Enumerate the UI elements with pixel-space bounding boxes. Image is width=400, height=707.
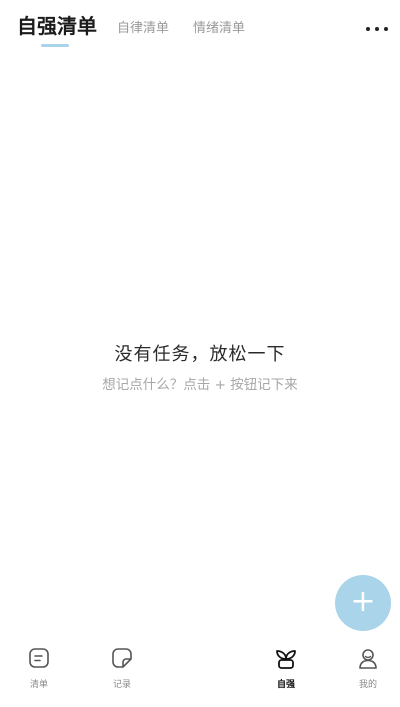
nav-item-self-improvement[interactable]: 自强 (256, 638, 316, 698)
empty-state-title: 没有任务，放松一下 (114, 344, 286, 365)
nav-label-list: 清单 (29, 680, 48, 690)
nav-item-profile[interactable]: 我的 (338, 638, 398, 698)
add-task-button[interactable]: + (335, 575, 391, 631)
nav-item-notes[interactable]: 记录 (92, 638, 152, 698)
active-tab-indicator (41, 44, 69, 47)
sprout-icon (276, 650, 296, 669)
top-tab-bar: 自强清单 自律清单 情绪清单 (0, 0, 400, 56)
bottom-navigation: 清单 记录 自强 我的 (0, 638, 400, 707)
tab-self-improvement[interactable]: 自强清单 (17, 10, 97, 39)
nav-item-list[interactable]: 清单 (9, 638, 69, 698)
tab-self-discipline[interactable]: 自律清单 (117, 17, 169, 36)
tab-emotion[interactable]: 情绪清单 (193, 17, 245, 36)
more-options-icon[interactable] (364, 18, 390, 38)
nav-label-notes: 记录 (112, 680, 131, 690)
list-icon (29, 648, 49, 668)
note-icon (112, 648, 132, 668)
nav-label-profile: 我的 (358, 680, 377, 690)
profile-icon (359, 649, 377, 669)
nav-label-self-improvement: 自强 (276, 680, 295, 690)
empty-state-hint: 想记点什么？点击 + 按钮记下来 (102, 377, 298, 393)
